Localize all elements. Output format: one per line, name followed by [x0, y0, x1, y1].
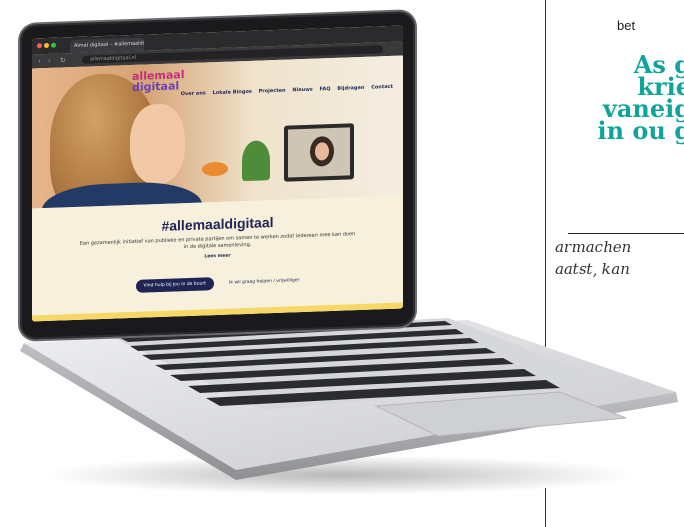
girl-face [130, 103, 185, 186]
site-nav: Over ons Lokale Bingos Projecten Nieuws … [176, 84, 393, 98]
nav-item[interactable]: FAQ [320, 86, 331, 92]
nav-item[interactable]: Over ons [181, 90, 206, 97]
nav-item[interactable]: Projecten [259, 88, 286, 95]
nav-item[interactable]: Contact [371, 84, 393, 91]
reload-icon[interactable]: ↻ [60, 56, 66, 64]
forward-icon[interactable]: › [48, 57, 51, 65]
window-controls[interactable] [37, 42, 58, 51]
nav-item[interactable]: Nieuws [292, 87, 312, 94]
find-help-button[interactable]: Vind hulp bij jou in de buurt [135, 277, 214, 293]
nav-item[interactable]: Lokale Bingos [213, 89, 252, 96]
browser-window: Almal digitaal – #allemaaldigitaal ‹ › ↻… [32, 25, 403, 322]
site-logo[interactable]: allemaal digitaal [132, 68, 185, 94]
laptop: Almal digitaal – #allemaaldigitaal ‹ › ↻… [0, 0, 684, 527]
video-call-monitor [284, 123, 354, 182]
volunteer-link[interactable]: Ik wil graag helpen / vrijwilliger [229, 278, 299, 285]
site-content: #allemaaldigitaal Een gezamenlijk initia… [32, 195, 403, 322]
fruit-bowl [202, 161, 228, 177]
back-icon[interactable]: ‹ [38, 57, 41, 65]
laptop-screen: Almal digitaal – #allemaaldigitaal ‹ › ↻… [20, 11, 415, 340]
plant [242, 140, 270, 182]
cta-row: Vind hulp bij jou in de buurt Ik wil gra… [32, 263, 403, 297]
hero-image: allemaal digitaal Over ons Lokale Bingos… [32, 55, 403, 209]
monitor-screen [288, 127, 350, 178]
nav-item[interactable]: Bijdragen [337, 85, 364, 92]
